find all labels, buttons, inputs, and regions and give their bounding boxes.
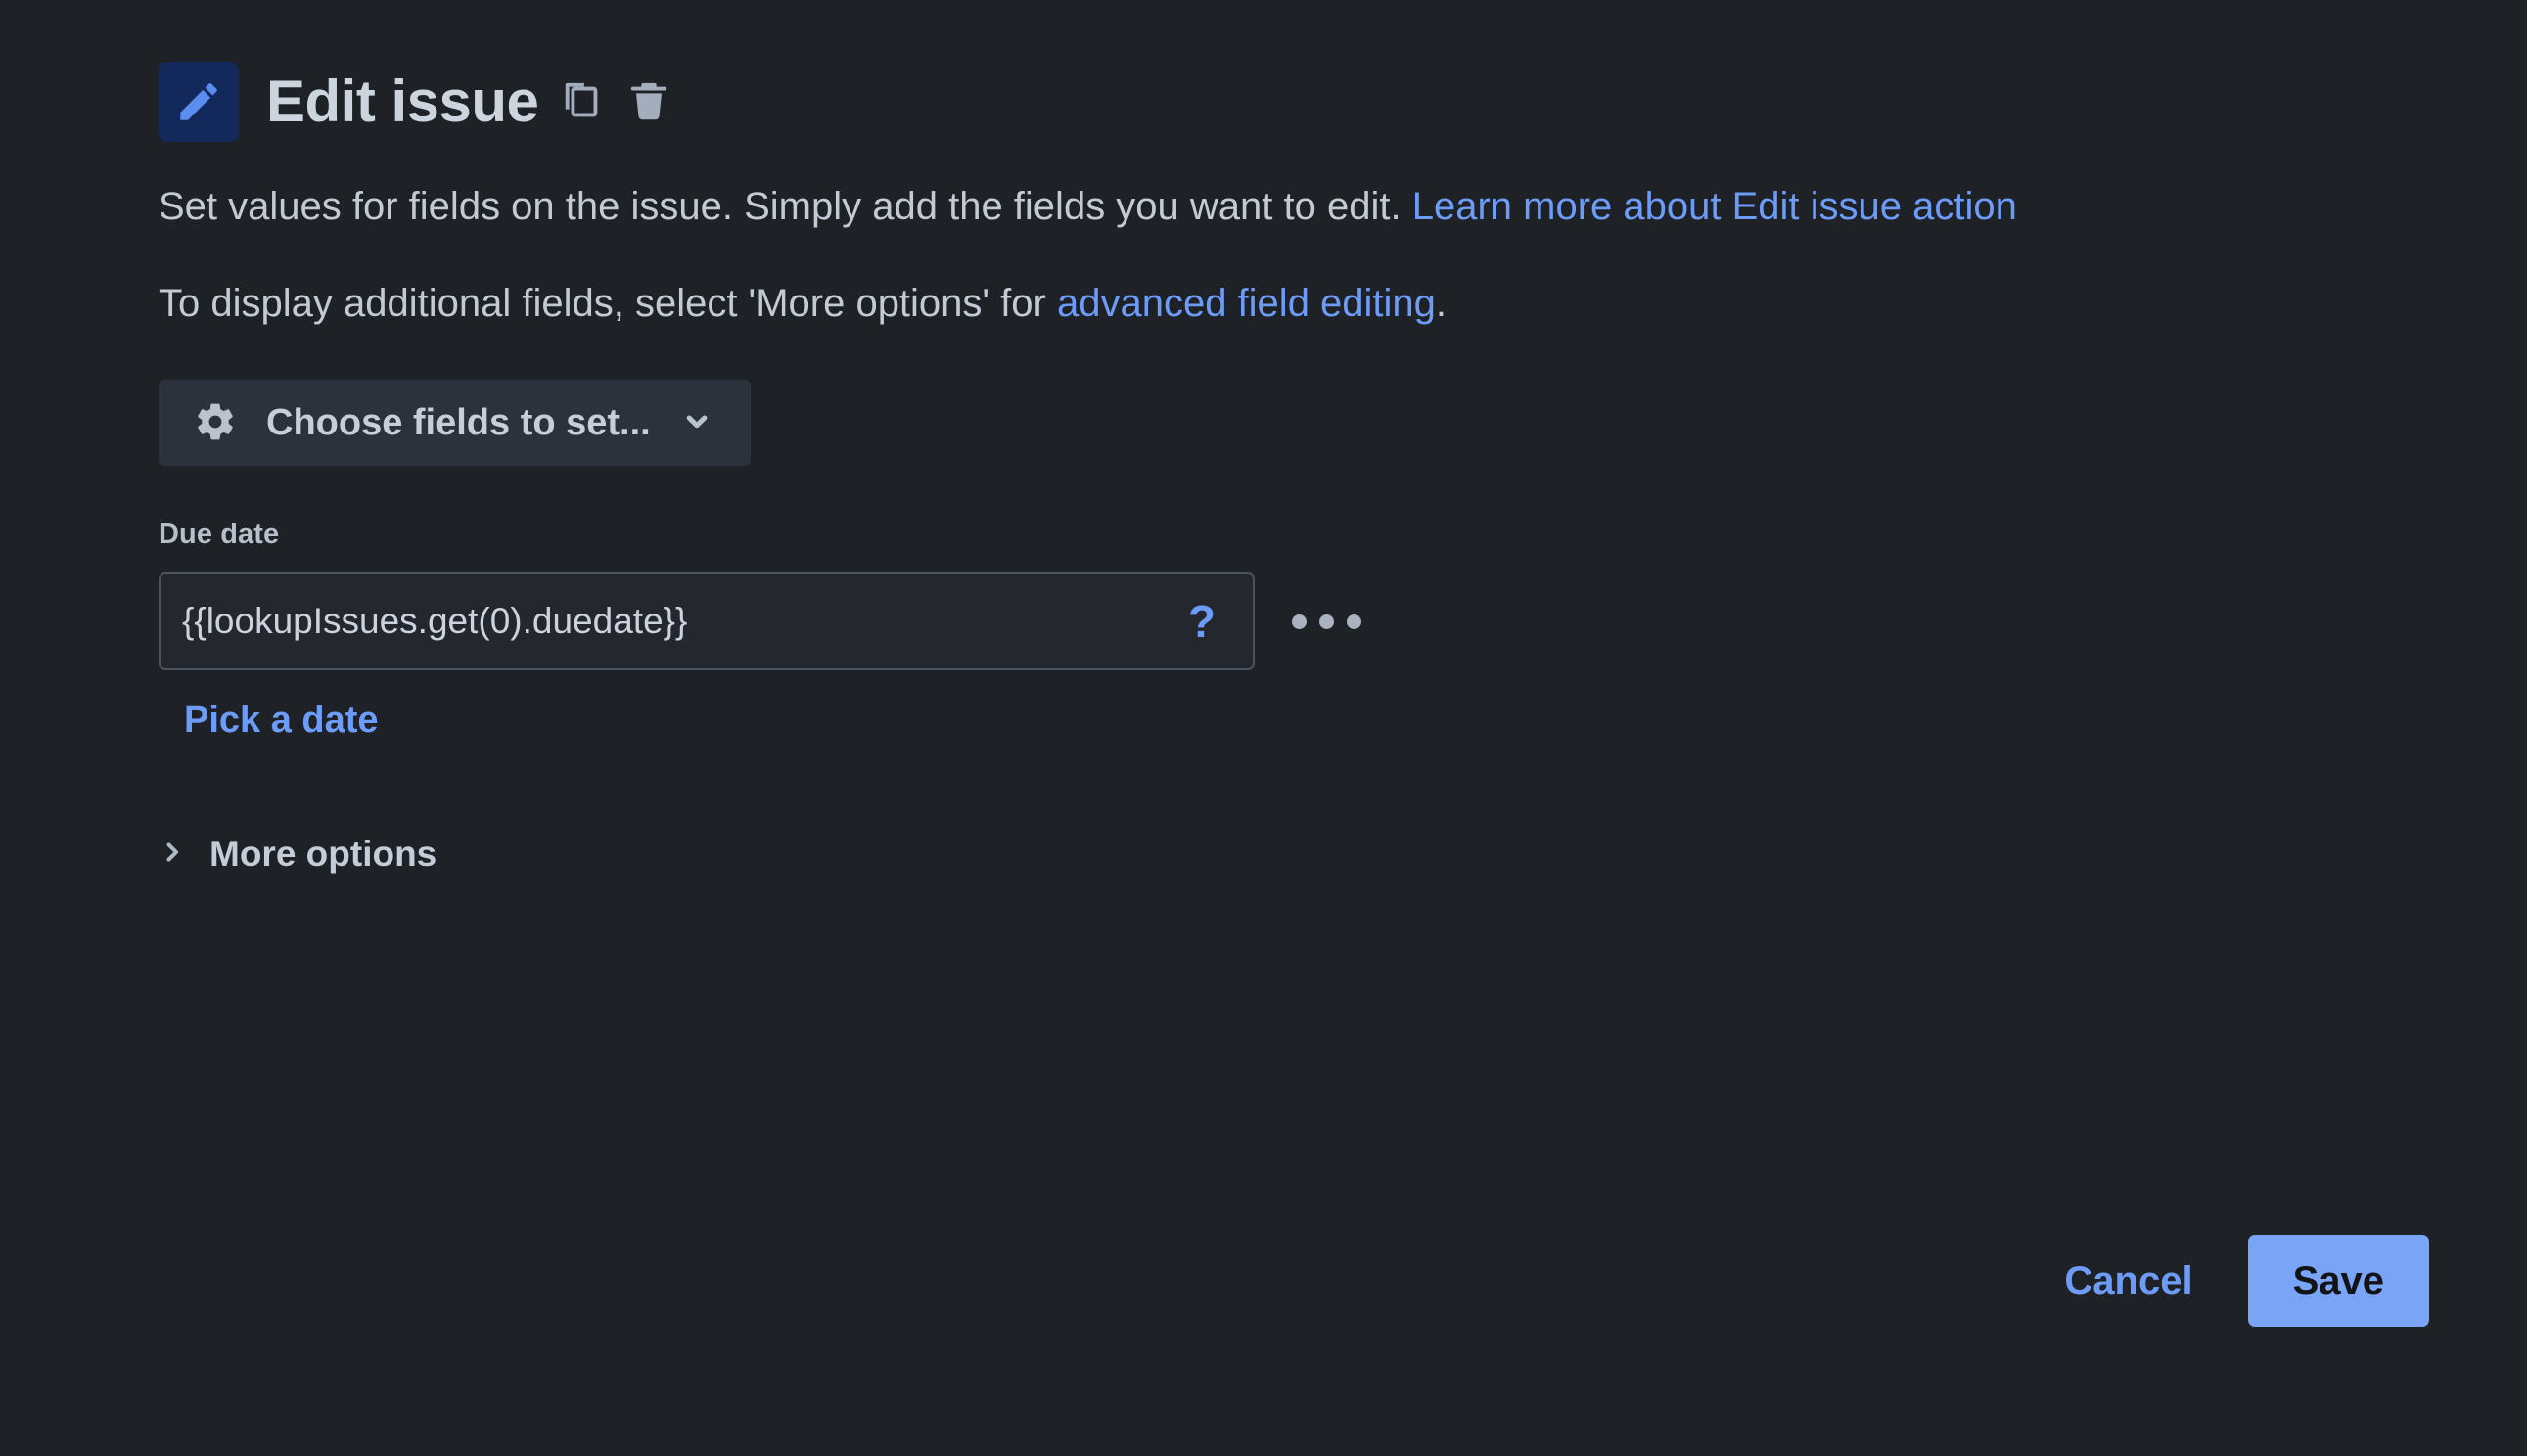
- ellipsis-dot: [1319, 614, 1334, 629]
- edit-pencil-icon: [159, 62, 239, 142]
- due-date-label: Due date: [159, 519, 280, 551]
- save-button[interactable]: Save: [2247, 1235, 2429, 1327]
- ellipsis-dot: [1292, 614, 1307, 629]
- pick-a-date-link[interactable]: Pick a date: [184, 700, 379, 742]
- more-options-toggle[interactable]: More options: [159, 834, 436, 875]
- ellipsis-icon[interactable]: [1280, 601, 1373, 643]
- edit-issue-panel: Edit issue Set values for fields on the: [0, 0, 2527, 1456]
- chevron-right-icon: [159, 839, 186, 871]
- description-text-2-tail: .: [1435, 282, 1447, 326]
- due-date-input-row: ?: [159, 572, 2429, 671]
- question-mark-icon[interactable]: ?: [1188, 599, 1253, 644]
- description-paragraph-1: Set values for fields on the issue. Simp…: [159, 182, 2331, 232]
- due-date-input-wrapper: ?: [159, 572, 1255, 671]
- gear-icon: [194, 400, 237, 446]
- chevron-down-icon: [680, 405, 713, 441]
- due-date-field: Due date ? Pick a date: [159, 519, 2429, 742]
- advanced-field-editing-link[interactable]: advanced field editing: [1057, 282, 1436, 325]
- panel-footer: Cancel Save: [2050, 1235, 2429, 1327]
- description-text-2: To display additional fields, select 'Mo…: [159, 282, 1057, 326]
- description-text-1: Set values for fields on the issue. Simp…: [159, 185, 1412, 228]
- choose-fields-label: Choose fields to set...: [266, 401, 651, 443]
- page-title: Edit issue: [266, 68, 539, 134]
- more-options-label: More options: [209, 834, 437, 875]
- panel-header: Edit issue: [159, 55, 2429, 149]
- description-paragraph-2: To display additional fields, select 'Mo…: [159, 279, 2331, 329]
- copy-icon[interactable]: [560, 79, 605, 124]
- title-row: Edit issue: [266, 72, 671, 131]
- ellipsis-dot: [1347, 614, 1361, 629]
- choose-fields-dropdown[interactable]: Choose fields to set...: [159, 380, 751, 467]
- cancel-button[interactable]: Cancel: [2050, 1250, 2206, 1313]
- panel-content: Edit issue Set values for fields on the: [159, 55, 2429, 875]
- due-date-input[interactable]: [161, 601, 1188, 643]
- learn-more-link[interactable]: Learn more about Edit issue action: [1412, 185, 2017, 228]
- trash-icon[interactable]: [626, 79, 671, 124]
